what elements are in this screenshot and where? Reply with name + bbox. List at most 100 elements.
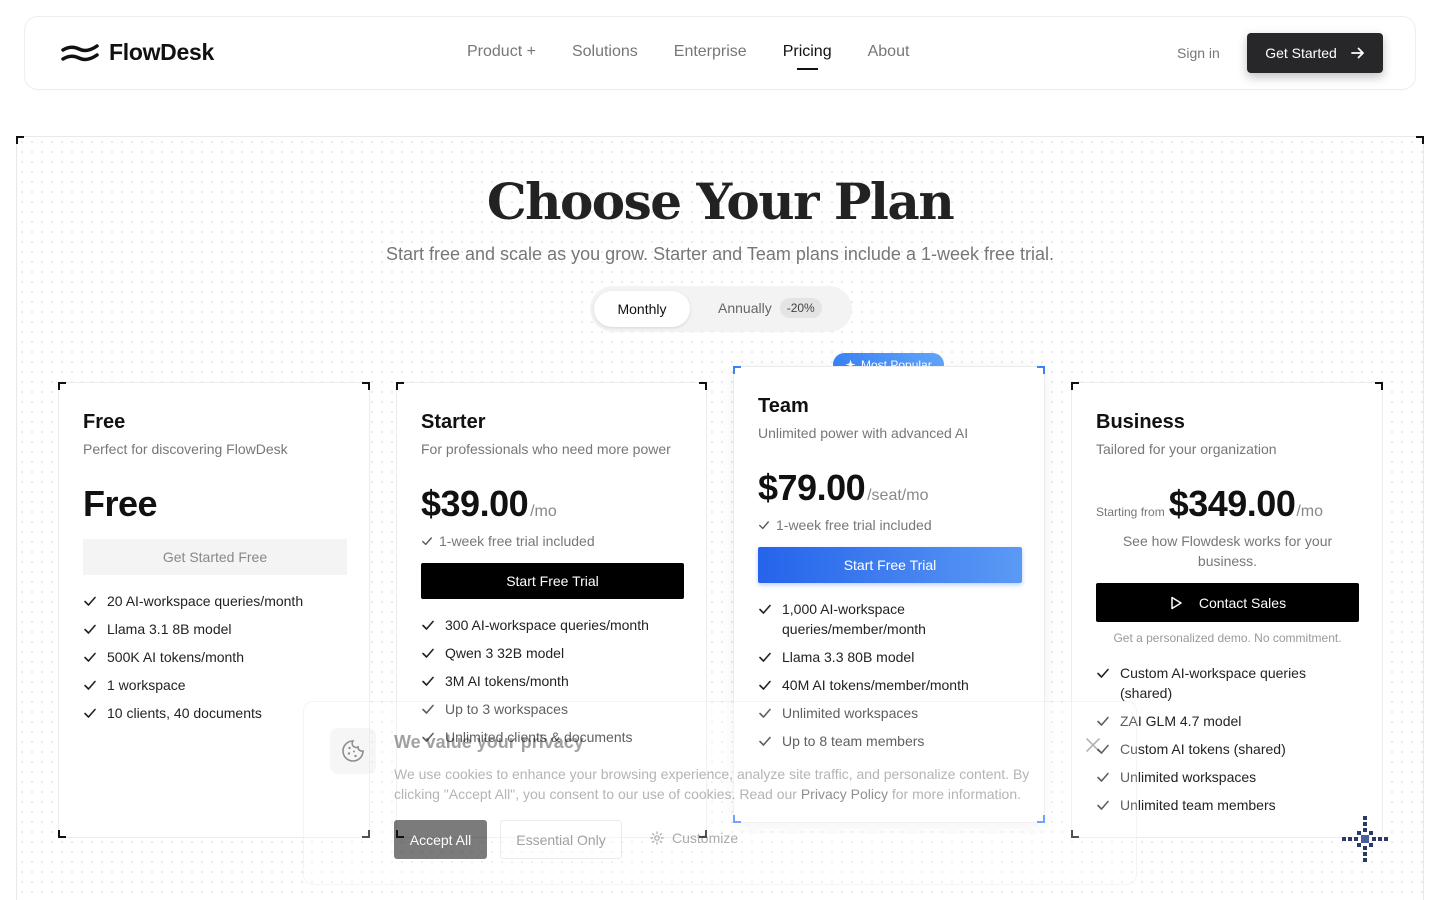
- essential-only-button[interactable]: Essential Only: [500, 820, 622, 859]
- feature-text: 40M AI tokens/member/month: [782, 677, 969, 693]
- close-icon[interactable]: [1086, 736, 1100, 757]
- plan-description: Perfect for discovering FlowDesk: [83, 441, 288, 457]
- feature-item: 3M AI tokens/month: [421, 671, 691, 691]
- annually-toggle[interactable]: Annually -20%: [718, 298, 822, 318]
- feature-text: 1 workspace: [107, 677, 186, 693]
- get-started-free-button[interactable]: Get Started Free: [83, 539, 347, 575]
- corner-mark: [1375, 382, 1383, 390]
- plan-description: Tailored for your organization: [1096, 441, 1277, 457]
- contact-sales-label: Contact Sales: [1198, 594, 1287, 611]
- check-icon: [84, 652, 96, 662]
- feature-text: 20 AI-workspace queries/month: [107, 593, 304, 609]
- nav-enterprise[interactable]: Enterprise: [674, 43, 747, 61]
- corner-mark: [1037, 366, 1045, 374]
- check-icon: [84, 680, 96, 690]
- logo[interactable]: FlowDesk: [61, 39, 214, 66]
- monthly-toggle[interactable]: Monthly: [594, 291, 690, 327]
- assistant-widget-icon[interactable]: [1340, 814, 1390, 869]
- start-free-trial-button[interactable]: Start Free Trial: [758, 547, 1022, 583]
- feature-text: 3M AI tokens/month: [445, 673, 569, 689]
- feature-text: Llama 3.3 80B model: [782, 649, 915, 665]
- corner-mark: [16, 136, 24, 144]
- feature-text: 10 clients, 40 documents: [107, 705, 262, 721]
- price: Starting from $349.00 /mo: [1096, 483, 1323, 525]
- price: $39.00 /mo: [421, 483, 557, 525]
- top-nav: FlowDesk Product + Solutions Enterprise …: [24, 16, 1416, 90]
- price: Free: [83, 483, 158, 525]
- nav-product[interactable]: Product +: [467, 43, 536, 61]
- check-icon: [422, 537, 432, 546]
- feature-item: Llama 3.3 80B model: [758, 647, 998, 667]
- feature-text: Custom AI-workspace queries (shared): [1120, 665, 1306, 701]
- trial-text: 1-week free trial included: [776, 517, 932, 533]
- trial-text: 1-week free trial included: [439, 533, 595, 549]
- accept-all-button[interactable]: Accept All: [394, 820, 487, 859]
- check-icon: [759, 652, 771, 662]
- feature-text: 1,000 AI-workspace queries/member/month: [782, 601, 926, 637]
- feature-item: Llama 3.1 8B model: [83, 619, 353, 639]
- check-icon: [422, 648, 434, 658]
- nav-solutions[interactable]: Solutions: [572, 43, 638, 61]
- plan-name: Team: [758, 395, 809, 417]
- cookie-title: We value your privacy: [394, 732, 584, 752]
- customize-button[interactable]: Customize: [650, 830, 738, 846]
- corner-mark: [58, 382, 66, 390]
- corner-mark: [733, 366, 741, 374]
- price-amount: $349.00: [1168, 483, 1296, 524]
- page-subtitle: Start free and scale as you grow. Starte…: [385, 244, 1055, 264]
- business-note: See how Flowdesk works for your business…: [1122, 533, 1333, 569]
- corner-mark: [1416, 136, 1424, 144]
- price-unit: /mo: [1296, 503, 1324, 520]
- cookie-banner: We value your privacy We use cookies to …: [303, 701, 1137, 885]
- plan-name: Starter: [421, 411, 486, 433]
- cookie-text-after: for more information.: [887, 786, 1022, 802]
- price-prefix: Starting from: [1096, 505, 1165, 519]
- arrow-right-icon: [1350, 47, 1364, 59]
- customize-label: Customize: [672, 830, 739, 846]
- feature-item: 1 workspace: [83, 675, 353, 695]
- discount-badge: -20%: [779, 298, 822, 318]
- nav-links: Product + Solutions Enterprise Pricing A…: [467, 43, 910, 70]
- brand-name: FlowDesk: [109, 39, 214, 65]
- get-started-label: Get Started: [1265, 45, 1337, 61]
- feature-text: Qwen 3 32B model: [445, 645, 565, 661]
- corner-mark: [58, 830, 66, 838]
- feature-item: Custom AI-workspace queries (shared): [1096, 663, 1346, 703]
- check-icon: [422, 676, 434, 686]
- feature-text: ZAI GLM 4.7 model: [1120, 713, 1242, 729]
- feature-text: 300 AI-workspace queries/month: [445, 617, 649, 633]
- feature-text: Llama 3.1 8B model: [107, 621, 232, 637]
- corner-mark: [699, 382, 707, 390]
- annually-label: Annually: [718, 300, 772, 316]
- feature-item: 1,000 AI-workspace queries/member/month: [758, 599, 998, 639]
- start-free-trial-button[interactable]: Start Free Trial: [421, 563, 684, 599]
- price-unit: /seat/mo: [867, 487, 929, 504]
- contact-sales-button[interactable]: Contact Sales: [1096, 583, 1359, 622]
- plan-description: Unlimited power with advanced AI: [758, 425, 969, 441]
- corner-mark: [362, 382, 370, 390]
- feature-text: Unlimited team members: [1120, 797, 1276, 813]
- feature-text: 500K AI tokens/month: [107, 649, 244, 665]
- feature-text: Unlimited workspaces: [1120, 769, 1257, 785]
- page-title: Choose Your Plan: [486, 172, 955, 231]
- corner-mark: [396, 382, 404, 390]
- price-amount: $39.00: [421, 483, 529, 524]
- check-icon: [422, 620, 434, 630]
- sign-in-link[interactable]: Sign in: [1177, 45, 1220, 61]
- nav-about[interactable]: About: [868, 43, 910, 61]
- get-started-button[interactable]: Get Started: [1247, 33, 1383, 73]
- feature-item: 300 AI-workspace queries/month: [421, 615, 691, 635]
- check-icon: [1097, 668, 1109, 678]
- billing-toggle: Monthly Annually -20%: [590, 286, 852, 332]
- feature-item: 40M AI tokens/member/month: [758, 675, 998, 695]
- cookie-icon: [330, 728, 376, 774]
- price: $79.00 /seat/mo: [758, 467, 928, 509]
- privacy-policy-link[interactable]: Privacy Policy: [801, 786, 888, 802]
- feature-item: 20 AI-workspace queries/month: [83, 591, 353, 611]
- check-icon: [759, 521, 769, 530]
- nav-pricing[interactable]: Pricing: [783, 43, 832, 70]
- check-icon: [84, 708, 96, 718]
- cookie-glyph-icon: [342, 740, 364, 762]
- flowdesk-logo-icon: [61, 43, 99, 61]
- feature-item: Qwen 3 32B model: [421, 643, 691, 663]
